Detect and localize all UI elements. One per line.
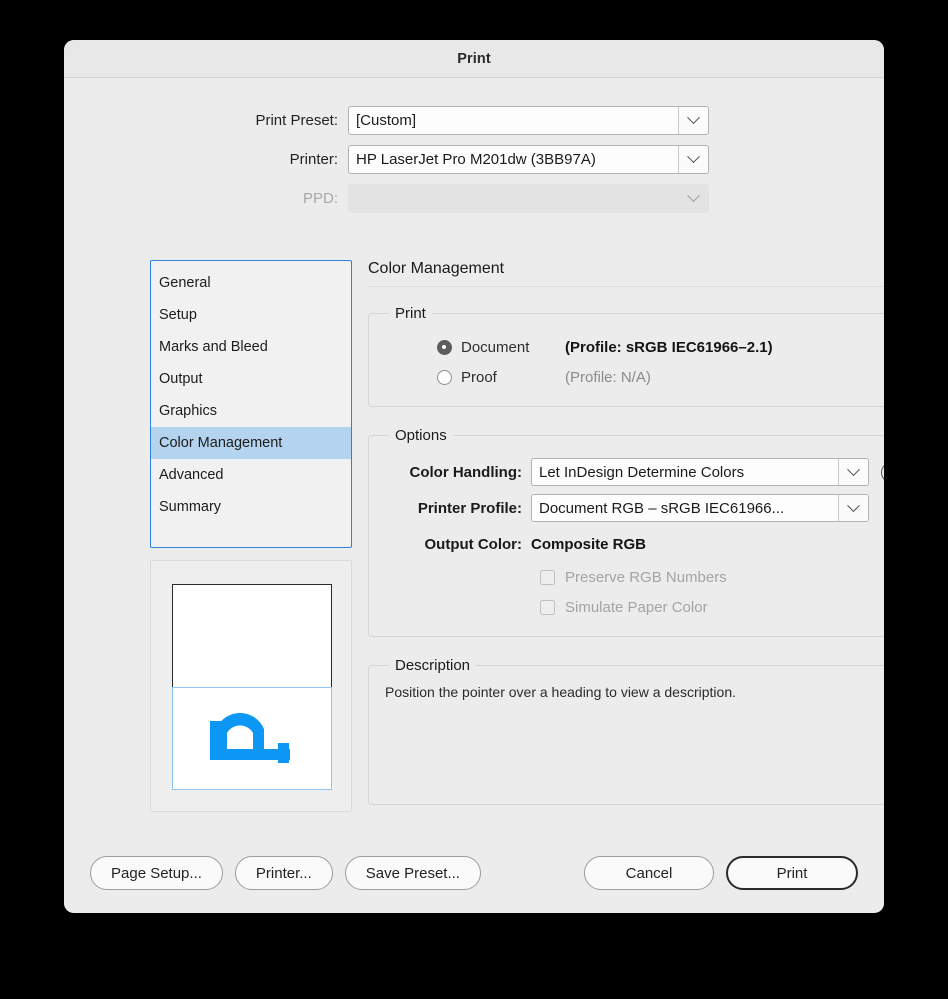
checkbox-preserve-rgb-numbers [540, 569, 555, 585]
chevron-down-icon [686, 188, 700, 202]
print-preset-arrow[interactable] [678, 106, 708, 134]
cancel-button[interactable]: Cancel [584, 856, 714, 890]
ppd-label: PPD: [302, 189, 338, 207]
simulate-paper-color-row: Simulate Paper Color [383, 592, 884, 622]
preview-page-top [172, 584, 332, 687]
color-handling-value: Let InDesign Determine Colors [539, 463, 745, 481]
checkbox-simulate-paper-color [540, 599, 555, 615]
page-title: Color Management [368, 260, 884, 287]
sidebar-item-label: General [159, 275, 211, 291]
dialog-body: Print Preset: [Custom] Printer: HP Laser… [64, 78, 884, 912]
chevron-down-icon [687, 149, 700, 163]
page-setup-button[interactable]: Page Setup... [90, 856, 223, 890]
ppd-value [349, 185, 678, 212]
printer-arrow[interactable] [678, 145, 708, 173]
proof-profile-text: (Profile: N/A) [565, 368, 651, 386]
page-orientation-p-icon [173, 688, 331, 789]
chevron-down-icon [847, 498, 860, 512]
sidebar-item-output[interactable]: Output [151, 363, 351, 395]
save-preset-button[interactable]: Save Preset... [344, 856, 481, 890]
preserve-rgb-numbers-label: Preserve RGB Numbers [565, 568, 727, 586]
sidebar-item-label: Graphics [159, 403, 218, 419]
preserve-rgb-numbers-row: Preserve RGB Numbers [383, 562, 884, 592]
color-handling-dropdown[interactable]: Let InDesign Determine Colors [531, 458, 869, 486]
dialog-footer: Page Setup... Printer... Save Preset... … [64, 834, 884, 912]
top-form: Print Preset: [Custom] Printer: HP Laser… [64, 78, 884, 217]
dialog-title: Print [457, 50, 491, 67]
radio-document-label: Document [461, 338, 530, 356]
simulate-paper-color-label: Simulate Paper Color [565, 598, 708, 616]
description-group-legend: Description [395, 657, 471, 674]
sidebar-item-setup[interactable]: Setup [151, 299, 351, 331]
sidebar-item-label: Summary [159, 499, 222, 515]
sidebar-item-graphics[interactable]: Graphics [151, 395, 351, 427]
radio-proof-label: Proof [461, 368, 497, 386]
preview-page-bottom [172, 687, 332, 790]
printer-profile-value: Document RGB – sRGB IEC61966... [539, 499, 785, 517]
radio-row-document[interactable]: Document (Profile: sRGB IEC61966–2.1) [383, 332, 884, 362]
options-group: Options Color Handling: Let InDesign Det… [368, 427, 884, 637]
color-management-panel: Color Management Print Document (Profile… [368, 260, 884, 825]
section-list[interactable]: General Setup Marks and Bleed Output Gra… [150, 260, 352, 548]
print-group: Print Document (Profile: sRGB IEC61966–2… [368, 305, 884, 407]
sidebar-item-summary[interactable]: Summary [151, 491, 351, 523]
printer-row: Printer: HP LaserJet Pro M201dw (3BB97A) [64, 140, 884, 178]
ppd-arrow [678, 185, 708, 212]
output-color-value: Composite RGB [531, 535, 647, 553]
printer-profile-label: Printer Profile: [417, 499, 522, 517]
sidebar-item-marks-and-bleed[interactable]: Marks and Bleed [151, 331, 351, 363]
output-color-label: Output Color: [424, 535, 522, 553]
chevron-down-icon [687, 110, 700, 124]
sidebar-item-label: Color Management [159, 435, 283, 451]
sidebar-item-label: Output [159, 371, 203, 387]
printer-profile-row: Printer Profile: Document RGB – sRGB IEC… [383, 490, 884, 526]
radio-proof[interactable] [437, 369, 452, 385]
sidebar-item-label: Marks and Bleed [159, 339, 268, 355]
printer-value: HP LaserJet Pro M201dw (3BB97A) [356, 150, 596, 168]
print-preset-label: Print Preset: [255, 111, 338, 129]
description-text: Position the pointer over a heading to v… [385, 684, 736, 700]
print-preset-value: [Custom] [356, 111, 417, 129]
sidebar-item-general[interactable]: General [151, 267, 351, 299]
sidebar-item-label: Advanced [159, 467, 224, 483]
page-preview[interactable] [150, 560, 352, 812]
sidebar-item-label: Setup [159, 307, 197, 323]
dialog-titlebar: Print [64, 40, 884, 78]
color-handling-label: Color Handling: [409, 463, 523, 481]
chevron-down-icon [847, 462, 860, 476]
ppd-dropdown [348, 183, 709, 213]
print-button[interactable]: Print [726, 856, 858, 890]
radio-document[interactable] [437, 339, 452, 355]
print-dialog: Print Print Preset: [Custom] Printer: HP… [64, 40, 884, 913]
color-handling-arrow[interactable] [838, 459, 868, 485]
printer-profile-dropdown[interactable]: Document RGB – sRGB IEC61966... [531, 494, 869, 522]
sidebar-item-color-management[interactable]: Color Management [151, 427, 351, 459]
print-preset-dropdown[interactable]: [Custom] [348, 105, 709, 135]
sidebar-item-advanced[interactable]: Advanced [151, 459, 351, 491]
radio-row-proof[interactable]: Proof (Profile: N/A) [383, 362, 884, 392]
ppd-row: PPD: [64, 179, 884, 217]
color-handling-row: Color Handling: Let InDesign Determine C… [383, 454, 884, 490]
print-preset-row: Print Preset: [Custom] [64, 101, 884, 139]
printer-label: Printer: [289, 150, 338, 168]
info-icon[interactable]: i [881, 461, 884, 483]
printer-profile-arrow[interactable] [838, 495, 868, 521]
printer-dropdown[interactable]: HP LaserJet Pro M201dw (3BB97A) [348, 144, 709, 174]
description-group: Description Position the pointer over a … [368, 657, 884, 805]
output-color-row: Output Color: Composite RGB [383, 526, 884, 562]
options-group-legend: Options [395, 427, 447, 444]
document-profile-text: (Profile: sRGB IEC61966–2.1) [565, 338, 773, 356]
printer-button[interactable]: Printer... [234, 856, 333, 890]
print-group-legend: Print [395, 305, 426, 322]
